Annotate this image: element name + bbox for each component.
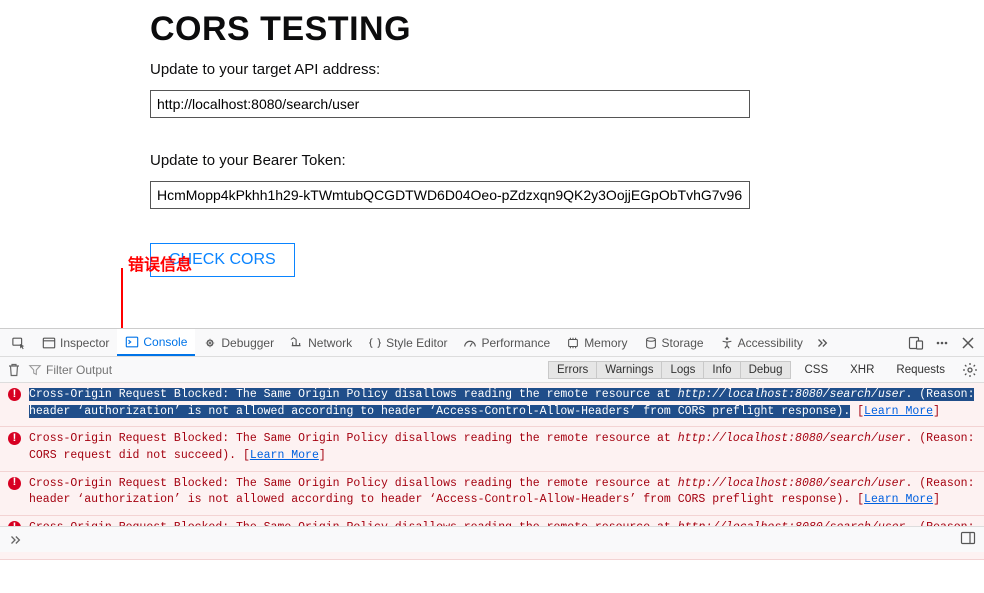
tab-performance-label: Performance: [481, 336, 550, 350]
api-label: Update to your target API address:: [150, 61, 834, 78]
sidebar-icon: [960, 530, 976, 546]
tab-storage-label: Storage: [662, 336, 704, 350]
inspector-icon: [42, 336, 56, 350]
console-input-bar[interactable]: [0, 526, 984, 552]
debugger-icon: [203, 336, 217, 350]
tab-storage[interactable]: Storage: [636, 329, 712, 356]
devtools-pick-element[interactable]: [4, 329, 34, 356]
console-message-body: Cross-Origin Request Blocked: The Same O…: [29, 431, 976, 464]
gear-icon: [962, 362, 978, 378]
tab-console[interactable]: Console: [117, 329, 195, 356]
tab-memory[interactable]: Memory: [558, 329, 635, 356]
console-message-body: Cross-Origin Request Blocked: The Same O…: [29, 476, 976, 509]
memory-icon: [566, 336, 580, 350]
page-content: CORS TESTING Update to your target API a…: [0, 0, 984, 277]
error-icon: !: [8, 432, 21, 445]
tab-inspector-label: Inspector: [60, 336, 109, 350]
console-toolbar: Errors Warnings Logs Info Debug CSS XHR …: [0, 357, 984, 383]
tab-network-label: Network: [308, 336, 352, 350]
pick-element-icon: [12, 336, 26, 350]
devtools-close-button[interactable]: [960, 335, 976, 351]
filter-xhr[interactable]: XHR: [841, 361, 883, 379]
console-error-row[interactable]: ! Cross-Origin Request Blocked: The Same …: [0, 472, 984, 516]
filter-warnings[interactable]: Warnings: [597, 361, 662, 379]
tab-memory-label: Memory: [584, 336, 627, 350]
tab-style-editor[interactable]: Style Editor: [360, 329, 455, 356]
tab-debugger[interactable]: Debugger: [195, 329, 282, 356]
console-error-row[interactable]: ! Cross-Origin Request Blocked: The Same …: [0, 427, 984, 471]
filter-output[interactable]: [28, 363, 116, 377]
console-settings-button[interactable]: [962, 362, 978, 378]
console-error-row[interactable]: ! Cross-Origin Request Blocked: The Same …: [0, 383, 984, 427]
token-label: Update to your Bearer Token:: [150, 152, 834, 169]
filter-info[interactable]: Info: [704, 361, 740, 379]
tab-network[interactable]: Network: [282, 329, 360, 356]
funnel-icon: [28, 363, 42, 377]
network-icon: [290, 336, 304, 350]
responsive-mode-button[interactable]: [908, 335, 924, 351]
filter-logs[interactable]: Logs: [662, 361, 704, 379]
error-icon: !: [8, 388, 21, 401]
chevron-double-right-icon: [815, 336, 829, 350]
devtools-tabs: Inspector Console Debugger Network Style…: [0, 329, 984, 357]
tab-console-label: Console: [143, 335, 187, 349]
kebab-icon: [934, 335, 950, 351]
filter-requests[interactable]: Requests: [887, 361, 954, 379]
performance-icon: [463, 336, 477, 350]
filter-errors[interactable]: Errors: [548, 361, 597, 379]
tab-debugger-label: Debugger: [221, 336, 274, 350]
filter-output-input[interactable]: [46, 363, 116, 377]
tab-performance[interactable]: Performance: [455, 329, 558, 356]
learn-more-link[interactable]: Learn More: [864, 405, 933, 418]
tab-style-label: Style Editor: [386, 336, 447, 350]
tabs-overflow[interactable]: [811, 329, 833, 356]
storage-icon: [644, 336, 658, 350]
api-address-input[interactable]: [150, 90, 750, 118]
tab-accessibility-label: Accessibility: [738, 336, 803, 350]
devtools-menu-button[interactable]: [934, 335, 950, 351]
clear-console-button[interactable]: [6, 362, 22, 378]
tab-accessibility[interactable]: Accessibility: [712, 329, 811, 356]
filter-debug[interactable]: Debug: [741, 361, 792, 379]
page-title: CORS TESTING: [150, 10, 834, 49]
console-message-body: Cross-Origin Request Blocked: The Same O…: [29, 387, 976, 420]
annotation-label: 错误信息: [128, 251, 192, 275]
responsive-icon: [908, 335, 924, 351]
console-icon: [125, 335, 139, 349]
split-console-button[interactable]: [960, 530, 976, 549]
filter-css[interactable]: CSS: [795, 361, 837, 379]
close-icon: [960, 335, 976, 351]
trash-icon: [6, 362, 22, 378]
style-editor-icon: [368, 336, 382, 350]
error-icon: !: [8, 477, 21, 490]
accessibility-icon: [720, 336, 734, 350]
devtools-window-controls: [908, 335, 984, 351]
learn-more-link[interactable]: Learn More: [250, 449, 319, 462]
learn-more-link[interactable]: Learn More: [864, 493, 933, 506]
tab-inspector[interactable]: Inspector: [34, 329, 117, 356]
bearer-token-input[interactable]: [150, 181, 750, 209]
chevron-double-right-icon: [8, 533, 22, 547]
